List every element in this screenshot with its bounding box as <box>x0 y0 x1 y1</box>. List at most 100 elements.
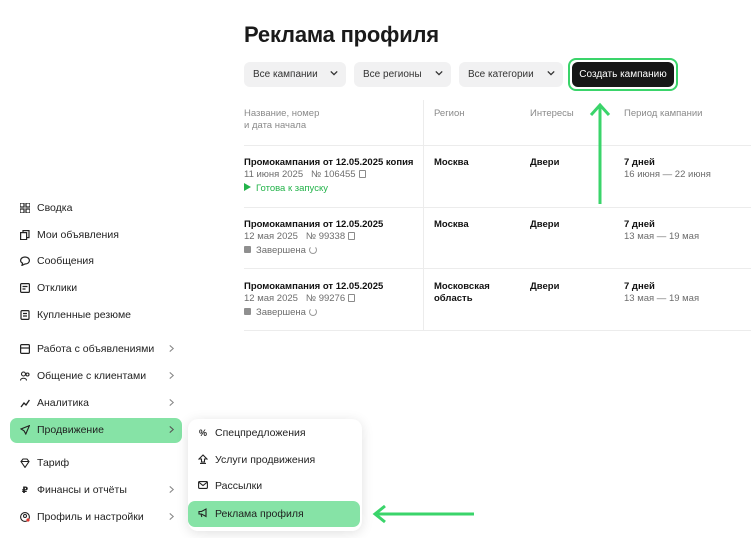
column-header-period: Период кампании <box>624 108 703 119</box>
sidebar-item-my-ads[interactable]: Мои объявления <box>20 224 119 246</box>
create-campaign-button[interactable]: Создать кампанию <box>572 62 674 87</box>
percent-icon: % <box>198 428 207 438</box>
mail-icon <box>198 480 208 492</box>
copy-icon[interactable] <box>348 294 356 302</box>
submenu-item-label: Услуги продвижения <box>215 454 316 466</box>
period-days: 7 дней <box>624 219 655 230</box>
refresh-icon[interactable] <box>308 246 317 254</box>
diamond-icon <box>20 458 30 468</box>
status-badge: Завершена <box>244 307 383 319</box>
campaign-name[interactable]: Промокампания от 12.05.2025 копия <box>244 157 413 169</box>
upload-icon <box>197 454 209 466</box>
campaign-name[interactable]: Промокампания от 12.05.2025 <box>244 219 383 231</box>
campaign-name[interactable]: Промокампания от 12.05.2025 <box>244 281 383 293</box>
sidebar-item-messages[interactable]: Сообщения <box>20 250 94 272</box>
refresh-icon[interactable] <box>308 308 317 316</box>
chevron-down-icon <box>330 70 338 76</box>
sidebar-item-label: Сообщения <box>37 255 94 267</box>
sidebar-item-responses[interactable]: Отклики <box>20 277 77 299</box>
period-range: 13 мая — 19 мая <box>624 231 700 242</box>
status-label: Завершена <box>256 245 306 256</box>
period-cell: 7 дней 13 мая — 19 мая <box>624 281 699 305</box>
submenu-item-label: Спецпредложения <box>215 427 306 439</box>
chevron-right-icon <box>169 486 175 493</box>
copy-icon[interactable] <box>358 170 366 178</box>
divider <box>244 268 751 269</box>
copy-icon[interactable] <box>348 232 356 240</box>
status-label: Завершена <box>256 307 306 318</box>
submenu-item-profile-ads[interactable]: Реклама профиля <box>198 504 304 524</box>
column-divider <box>423 100 424 330</box>
sidebar-item-label: Профиль и настройки <box>37 511 144 523</box>
ruble-icon: ₽ <box>21 484 29 495</box>
submenu-item-label: Рассылки <box>215 480 263 492</box>
arrow-up-icon <box>589 102 611 204</box>
sidebar-item-ad-management[interactable]: Работа с объявлениями <box>20 338 154 360</box>
region-cell: Москва <box>434 219 469 231</box>
chevron-right-icon <box>169 399 175 406</box>
sidebar-item-label: Отклики <box>37 282 78 294</box>
sidebar-item-profile-settings[interactable]: Профиль и настройки <box>20 506 144 528</box>
regions-filter[interactable]: Все регионы <box>354 62 451 87</box>
stop-icon <box>244 308 251 315</box>
sidebar-item-label: Финансы и отчёты <box>37 484 127 496</box>
interests-cell: Двери <box>530 219 560 230</box>
region-cell: Москва <box>434 157 469 169</box>
sidebar-item-label: Продвижение <box>37 424 104 436</box>
period-range: 16 июня — 22 июня <box>624 169 711 180</box>
rocket-icon <box>20 425 30 435</box>
campaign-date: 12 мая 2025 <box>244 231 298 242</box>
document-icon <box>20 310 30 320</box>
interests-cell: Двери <box>530 157 560 168</box>
campaign-meta: 12 мая 2025 № 99338 <box>244 231 383 243</box>
categories-filter-label: Все категории <box>468 69 534 80</box>
copy-icon <box>20 230 30 240</box>
chevron-right-icon <box>169 372 175 379</box>
campaigns-filter[interactable]: Все кампании <box>244 62 346 87</box>
grid-icon <box>20 203 30 213</box>
campaign-number: № 99276 <box>305 293 346 304</box>
sidebar-item-summary[interactable]: Сводка <box>20 197 72 219</box>
campaign-meta: 12 мая 2025 № 99276 <box>244 293 383 305</box>
sidebar-item-label: Работа с объявлениями <box>37 343 155 355</box>
campaigns-filter-label: Все кампании <box>253 69 318 80</box>
interests-cell: Двери <box>530 281 560 292</box>
sidebar-item-label: Мои объявления <box>37 229 119 241</box>
sidebar-item-label: Общение с клиентами <box>37 370 147 382</box>
sidebar-item-label: Сводка <box>37 202 73 214</box>
divider <box>244 330 751 331</box>
region-line2: область <box>434 293 473 304</box>
response-icon <box>20 283 30 293</box>
table-row[interactable]: Промокампания от 12.05.2025 12 мая 2025 … <box>244 281 383 319</box>
chat-icon <box>20 256 30 266</box>
submenu-item-promotion-services[interactable]: Услуги продвижения <box>197 450 316 470</box>
table-row[interactable]: Промокампания от 12.05.2025 12 мая 2025 … <box>244 219 383 257</box>
sidebar-item-tariff[interactable]: Тариф <box>20 452 69 474</box>
sidebar-item-purchased-resumes[interactable]: Купленные резюме <box>20 304 131 326</box>
status-badge: Готова к запуску <box>244 183 413 195</box>
sidebar-item-promotion[interactable]: Продвижение <box>20 419 104 441</box>
submenu-item-special-offers[interactable]: % Спецпредложения <box>198 423 306 443</box>
arrow-left-icon <box>372 504 474 524</box>
megaphone-icon <box>198 508 208 520</box>
categories-filter[interactable]: Все категории <box>459 62 563 87</box>
sidebar-item-analytics[interactable]: Аналитика <box>20 392 89 414</box>
submenu-item-mailings[interactable]: Рассылки <box>198 476 262 496</box>
table-row[interactable]: Промокампания от 12.05.2025 копия 11 июн… <box>244 157 413 195</box>
submenu-item-label: Реклама профиля <box>215 508 304 520</box>
sidebar-item-label: Купленные резюме <box>37 309 131 321</box>
status-badge: Завершена <box>244 245 383 257</box>
campaign-meta: 11 июня 2025 № 106455 <box>244 169 413 181</box>
users-icon <box>20 371 30 381</box>
sidebar-item-finance[interactable]: ₽ Финансы и отчёты <box>20 479 127 501</box>
chevron-right-icon <box>169 426 175 433</box>
sidebar-item-client-communication[interactable]: Общение с клиентами <box>20 365 146 387</box>
regions-filter-label: Все регионы <box>363 69 422 80</box>
divider <box>244 145 751 146</box>
chevron-down-icon <box>547 70 555 76</box>
region-cell: Московская область <box>434 281 490 305</box>
campaign-number: № 99338 <box>305 231 346 242</box>
profile-settings-icon <box>20 512 30 522</box>
campaign-date: 11 июня 2025 <box>244 169 304 180</box>
list-icon <box>20 344 30 354</box>
